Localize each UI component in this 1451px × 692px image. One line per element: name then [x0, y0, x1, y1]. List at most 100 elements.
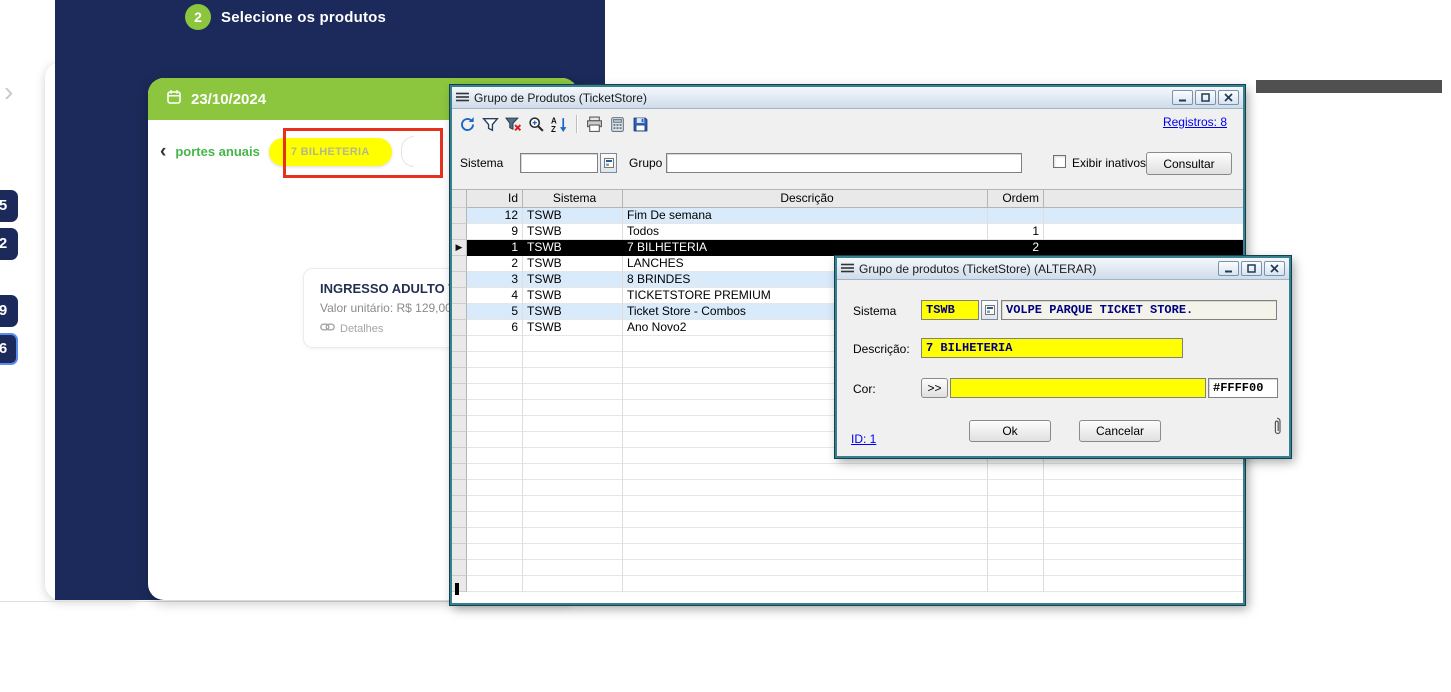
cell-filler[interactable]: [1044, 480, 1243, 496]
cell-descricao[interactable]: [623, 576, 988, 592]
cell-id[interactable]: [467, 496, 523, 512]
row-indicator-cell[interactable]: [452, 480, 467, 496]
search-icon[interactable]: [525, 113, 548, 136]
dialog-sistema-input[interactable]: TSWB: [921, 300, 979, 320]
ok-button[interactable]: Ok: [969, 420, 1051, 442]
save-icon[interactable]: [629, 113, 652, 136]
dialog-sistema-lookup-button[interactable]: [981, 300, 998, 320]
quantity-badge[interactable]: 9: [0, 295, 18, 327]
cell-id[interactable]: [467, 512, 523, 528]
row-indicator-cell[interactable]: [452, 224, 467, 240]
row-indicator-cell[interactable]: [452, 544, 467, 560]
paperclip-icon[interactable]: [1271, 416, 1283, 441]
cell-filler[interactable]: [1044, 576, 1243, 592]
menu-icon[interactable]: [456, 89, 469, 107]
cell-id[interactable]: [467, 400, 523, 416]
cell-id[interactable]: 9: [467, 224, 523, 240]
close-button[interactable]: [1264, 261, 1285, 276]
row-indicator-cell[interactable]: [452, 464, 467, 480]
row-indicator-cell[interactable]: [452, 384, 467, 400]
cell-ordem[interactable]: [988, 528, 1044, 544]
cell-sistema[interactable]: [523, 352, 623, 368]
cell-descricao[interactable]: [623, 480, 988, 496]
dialog-title-bar[interactable]: Grupo de produtos (TicketStore) (ALTERAR…: [837, 258, 1289, 280]
main-title-bar[interactable]: Grupo de Produtos (TicketStore): [452, 87, 1243, 109]
cell-id[interactable]: 4: [467, 288, 523, 304]
cell-filler[interactable]: [1044, 224, 1243, 240]
cell-id[interactable]: 5: [467, 304, 523, 320]
cell-sistema[interactable]: [523, 480, 623, 496]
cell-sistema[interactable]: [523, 560, 623, 576]
cell-ordem[interactable]: [988, 496, 1044, 512]
cell-filler[interactable]: [1044, 560, 1243, 576]
menu-icon[interactable]: [841, 260, 854, 278]
cell-sistema[interactable]: [523, 576, 623, 592]
cell-filler[interactable]: [1044, 208, 1243, 224]
grid-header-sistema[interactable]: Sistema: [523, 190, 623, 208]
cell-ordem[interactable]: 1: [988, 224, 1044, 240]
table-row[interactable]: 12TSWBFim De semana: [452, 208, 1243, 224]
cell-sistema[interactable]: [523, 544, 623, 560]
cell-filler[interactable]: [1044, 496, 1243, 512]
row-indicator-cell[interactable]: [452, 512, 467, 528]
row-indicator-cell[interactable]: [452, 560, 467, 576]
cell-ordem[interactable]: [988, 512, 1044, 528]
cell-filler[interactable]: [1044, 464, 1243, 480]
print-icon[interactable]: [583, 113, 606, 136]
cell-id[interactable]: [467, 384, 523, 400]
cor-picker-button[interactable]: >>: [921, 378, 948, 398]
sistema-input[interactable]: [520, 153, 598, 173]
empty-row[interactable]: [452, 512, 1243, 528]
dialog-descricao-input[interactable]: 7 BILHETERIA: [921, 338, 1183, 358]
sort-icon[interactable]: AZ: [548, 113, 571, 136]
row-indicator-icon[interactable]: ▶: [452, 240, 467, 256]
cell-sistema[interactable]: [523, 416, 623, 432]
cell-sistema[interactable]: TSWB: [523, 272, 623, 288]
cell-id[interactable]: [467, 416, 523, 432]
cell-descricao[interactable]: [623, 464, 988, 480]
cell-sistema[interactable]: [523, 528, 623, 544]
row-indicator-cell[interactable]: [452, 432, 467, 448]
cell-descricao[interactable]: [623, 560, 988, 576]
row-indicator-cell[interactable]: [452, 272, 467, 288]
grid-header-descricao[interactable]: Descrição: [623, 190, 988, 208]
consultar-button[interactable]: Consultar: [1146, 152, 1232, 175]
cell-sistema[interactable]: TSWB: [523, 240, 623, 256]
grid-header-ordem[interactable]: Ordem: [988, 190, 1044, 208]
tab-previous[interactable]: portes anuais: [175, 144, 260, 159]
maximize-button[interactable]: [1241, 261, 1262, 276]
cell-descricao[interactable]: Fim De semana: [623, 208, 988, 224]
cell-sistema[interactable]: [523, 448, 623, 464]
empty-row[interactable]: [452, 496, 1243, 512]
cell-ordem[interactable]: [988, 576, 1044, 592]
cell-id[interactable]: 2: [467, 256, 523, 272]
cell-sistema[interactable]: TSWB: [523, 304, 623, 320]
table-row[interactable]: 9TSWBTodos1: [452, 224, 1243, 240]
empty-row[interactable]: [452, 480, 1243, 496]
cell-id[interactable]: [467, 560, 523, 576]
filter-icon[interactable]: [479, 113, 502, 136]
cell-id[interactable]: [467, 528, 523, 544]
cor-hex-field[interactable]: #FFFF00: [1208, 378, 1278, 398]
cell-descricao[interactable]: [623, 512, 988, 528]
cell-id[interactable]: [467, 368, 523, 384]
id-link[interactable]: ID: 1: [851, 432, 876, 446]
row-indicator-cell[interactable]: [452, 320, 467, 336]
carousel-prev-icon[interactable]: ›: [4, 76, 13, 108]
empty-row[interactable]: [452, 576, 1243, 592]
minimize-button[interactable]: [1218, 261, 1239, 276]
grupo-input[interactable]: [666, 153, 1022, 173]
close-button[interactable]: [1218, 90, 1239, 105]
empty-row[interactable]: [452, 528, 1243, 544]
cell-id[interactable]: [467, 336, 523, 352]
cell-filler[interactable]: [1044, 528, 1243, 544]
cell-sistema[interactable]: [523, 336, 623, 352]
refresh-icon[interactable]: [456, 113, 479, 136]
empty-row[interactable]: [452, 464, 1243, 480]
tabs-back-icon[interactable]: ‹: [160, 141, 166, 163]
cell-descricao[interactable]: [623, 496, 988, 512]
grid-header-id[interactable]: Id: [467, 190, 523, 208]
row-indicator-cell[interactable]: [452, 416, 467, 432]
cell-sistema[interactable]: [523, 496, 623, 512]
row-indicator-cell[interactable]: [452, 208, 467, 224]
